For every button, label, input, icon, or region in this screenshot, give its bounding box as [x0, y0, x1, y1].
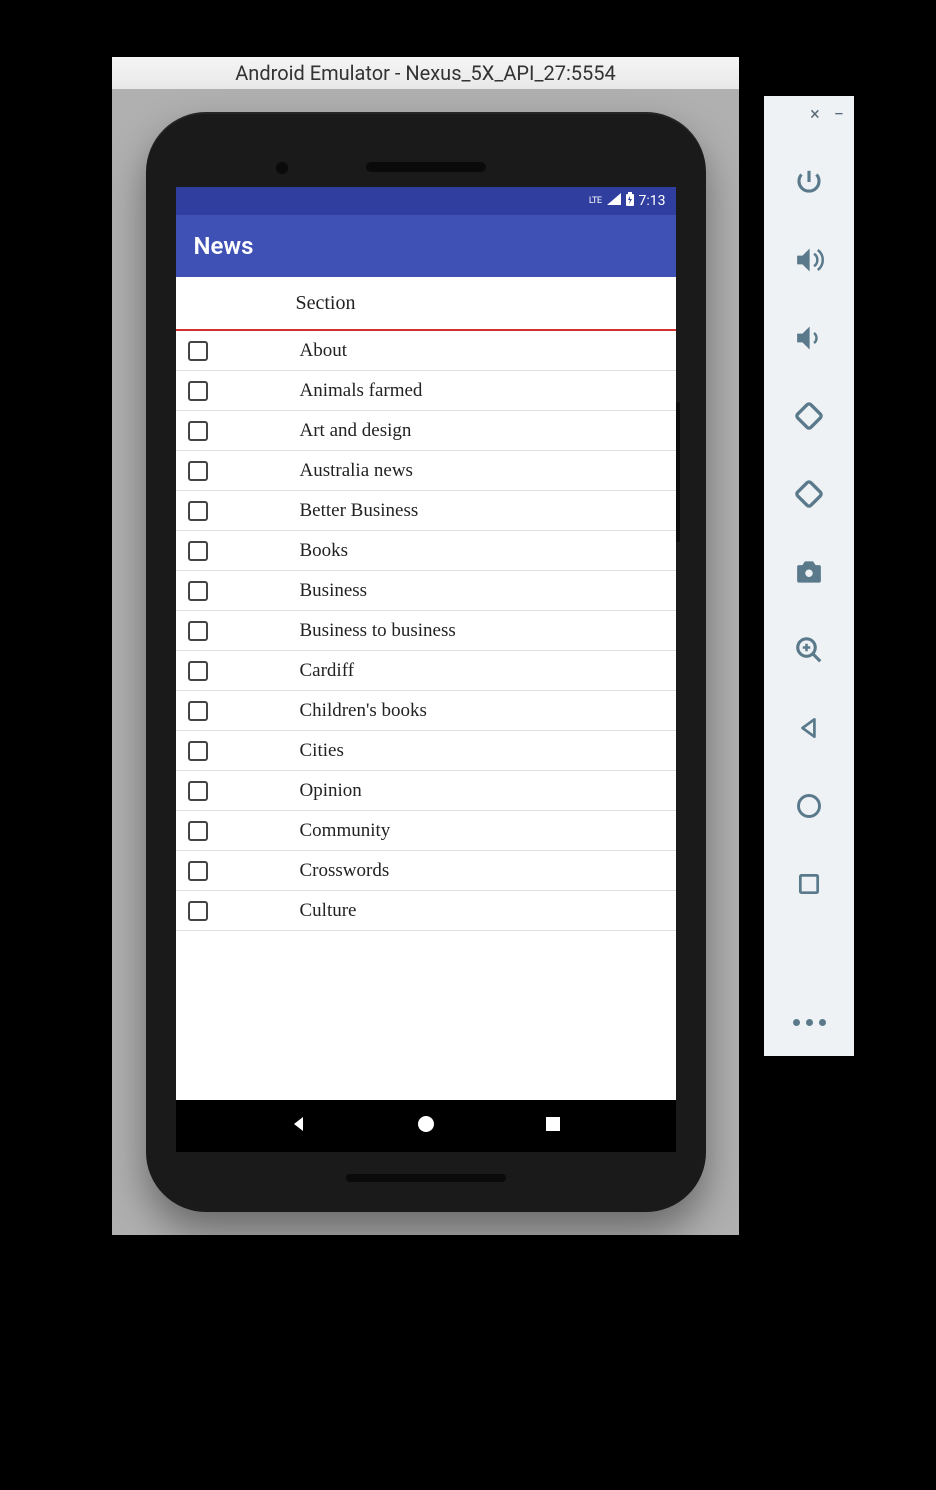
- list-item[interactable]: Books: [176, 531, 676, 571]
- emulator-window: Android Emulator - Nexus_5X_API_27:5554 …: [112, 57, 739, 1235]
- checkbox[interactable]: [188, 541, 208, 561]
- list-item[interactable]: Cardiff: [176, 651, 676, 691]
- nav-overview-icon[interactable]: [544, 1115, 562, 1137]
- power-icon[interactable]: [792, 165, 826, 199]
- phone-screen: LTE 7:13 News Section AboutAni: [176, 187, 676, 1152]
- list-item-label: Opinion: [300, 780, 362, 802]
- list-item-label: Community: [300, 820, 391, 842]
- checkbox[interactable]: [188, 861, 208, 881]
- list-item[interactable]: Animals farmed: [176, 371, 676, 411]
- rotate-right-icon[interactable]: [792, 477, 826, 511]
- list-item-label: Animals farmed: [300, 380, 423, 402]
- phone-power-key: [676, 402, 680, 542]
- list-item[interactable]: Art and design: [176, 411, 676, 451]
- app-title: News: [194, 232, 254, 260]
- phone-bottom-speaker: [346, 1174, 506, 1182]
- list-item[interactable]: Culture: [176, 891, 676, 931]
- list-item-label: Culture: [300, 900, 357, 922]
- checkbox[interactable]: [188, 701, 208, 721]
- list-item-label: Cardiff: [300, 660, 355, 682]
- checkbox[interactable]: [188, 621, 208, 641]
- app-bar: News: [176, 215, 676, 277]
- battery-icon: [625, 192, 635, 210]
- signal-icon: [607, 193, 621, 209]
- status-bar: LTE 7:13: [176, 187, 676, 215]
- checkbox[interactable]: [188, 421, 208, 441]
- list-item[interactable]: Children's books: [176, 691, 676, 731]
- list-item[interactable]: Business to business: [176, 611, 676, 651]
- nav-back-icon[interactable]: [289, 1114, 309, 1138]
- checkbox[interactable]: [188, 781, 208, 801]
- list-item-label: Crosswords: [300, 860, 390, 882]
- list-item[interactable]: About: [176, 331, 676, 371]
- overview-icon[interactable]: [792, 867, 826, 901]
- list-item-label: Art and design: [300, 420, 412, 442]
- checkbox[interactable]: [188, 901, 208, 921]
- camera-icon[interactable]: [792, 555, 826, 589]
- checkbox[interactable]: [188, 381, 208, 401]
- content-area[interactable]: Section About Animals farmed Art and desig…: [176, 277, 676, 1100]
- list-item[interactable]: Better Business: [176, 491, 676, 531]
- emulator-titlebar[interactable]: Android Emulator - Nexus_5X_API_27:5554: [112, 57, 739, 89]
- rotate-left-icon[interactable]: [792, 399, 826, 433]
- nav-home-icon[interactable]: [416, 1114, 436, 1138]
- checkbox[interactable]: [188, 661, 208, 681]
- list-item-label: Cities: [300, 740, 344, 762]
- clock: 7:13: [639, 193, 666, 209]
- volume-down-icon[interactable]: [792, 321, 826, 355]
- list-item-label: Australia news: [300, 460, 413, 482]
- checkbox[interactable]: [188, 741, 208, 761]
- list-item[interactable]: Cities: [176, 731, 676, 771]
- emulator-side-panel: × −: [764, 96, 854, 1056]
- volume-up-icon[interactable]: [792, 243, 826, 277]
- phone-frame: LTE 7:13 News Section AboutAni: [146, 112, 706, 1212]
- back-icon[interactable]: [792, 711, 826, 745]
- list-item[interactable]: Opinion: [176, 771, 676, 811]
- list-item[interactable]: Crosswords: [176, 851, 676, 891]
- home-icon[interactable]: [792, 789, 826, 823]
- checkbox[interactable]: [188, 581, 208, 601]
- list-item-label: Children's books: [300, 700, 427, 722]
- list-item-label: About: [300, 340, 348, 362]
- list-item-label: Books: [300, 540, 349, 562]
- panel-close-button[interactable]: ×: [810, 104, 820, 125]
- more-icon[interactable]: [793, 1019, 826, 1026]
- emulator-body: LTE 7:13 News Section AboutAni: [112, 89, 739, 1235]
- panel-minimize-button[interactable]: −: [834, 104, 844, 125]
- list-item[interactable]: Community: [176, 811, 676, 851]
- phone-camera: [276, 162, 288, 174]
- checkbox[interactable]: [188, 341, 208, 361]
- checkbox[interactable]: [188, 821, 208, 841]
- emulator-title: Android Emulator - Nexus_5X_API_27:5554: [235, 61, 616, 85]
- section-header: Section: [176, 277, 676, 331]
- zoom-in-icon[interactable]: [792, 633, 826, 667]
- android-nav-bar: [176, 1100, 676, 1152]
- section-list[interactable]: About Animals farmed Art and design Austral…: [176, 331, 676, 931]
- list-item[interactable]: Australia news: [176, 451, 676, 491]
- list-item-label: Better Business: [300, 500, 419, 522]
- phone-speaker: [366, 162, 486, 172]
- checkbox[interactable]: [188, 461, 208, 481]
- network-label: LTE: [589, 196, 602, 206]
- section-header-label: Section: [296, 292, 356, 315]
- list-item-label: Business to business: [300, 620, 456, 642]
- checkbox[interactable]: [188, 501, 208, 521]
- list-item[interactable]: Business: [176, 571, 676, 611]
- list-item-label: Business: [300, 580, 368, 602]
